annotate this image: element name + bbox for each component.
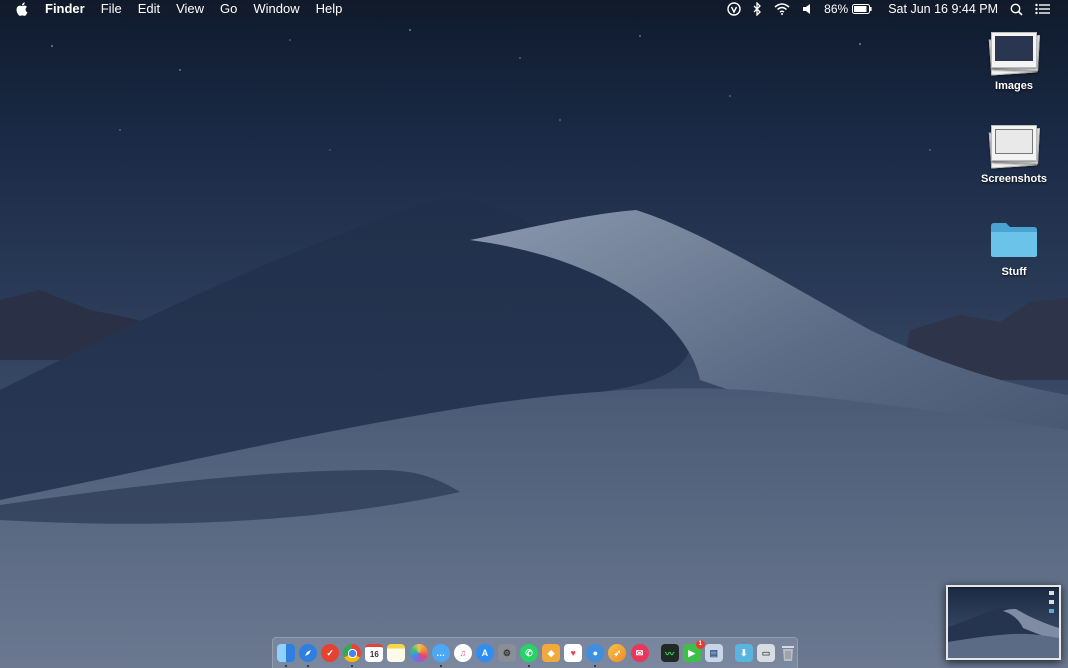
menu-help[interactable]: Help bbox=[316, 0, 343, 18]
downloads-folder-icon[interactable]: ⬇ bbox=[734, 644, 753, 662]
desktop-item-images[interactable]: Images bbox=[976, 28, 1052, 92]
screenshot-thumbnail[interactable] bbox=[946, 585, 1061, 660]
messages-icon[interactable]: … bbox=[431, 644, 450, 667]
desktop-item-label: Images bbox=[995, 80, 1033, 92]
itunes-icon[interactable]: ♫ bbox=[453, 644, 472, 662]
calendar-icon[interactable]: 16 bbox=[365, 644, 384, 662]
photos-icon[interactable] bbox=[409, 644, 428, 662]
mojave-dunes-wallpaper bbox=[0, 29, 1068, 668]
apple-logo-icon[interactable] bbox=[15, 2, 29, 16]
menu-window[interactable]: Window bbox=[253, 0, 299, 18]
wifi-icon[interactable] bbox=[774, 3, 790, 15]
folder-icon bbox=[988, 214, 1040, 262]
activity-monitor-icon[interactable]: 〰 bbox=[660, 644, 679, 662]
menu-app-name[interactable]: Finder bbox=[45, 0, 85, 18]
desktop[interactable] bbox=[0, 0, 1068, 668]
finder-icon[interactable] bbox=[277, 644, 295, 667]
facetime-badge: 1 bbox=[695, 640, 705, 649]
pocket-icon[interactable]: ♥ bbox=[564, 644, 583, 662]
todoist-icon[interactable]: ✓ bbox=[321, 644, 340, 662]
battery-status[interactable]: 86% bbox=[824, 0, 872, 18]
documents-stack-icon[interactable]: ▭ bbox=[756, 644, 775, 662]
chrome-icon[interactable] bbox=[343, 644, 362, 667]
spotlight-search-icon[interactable] bbox=[1010, 3, 1023, 16]
tweetbot-icon[interactable]: ● bbox=[586, 644, 605, 667]
menu-file[interactable]: File bbox=[101, 0, 122, 18]
sketch-icon[interactable]: ◆ bbox=[542, 644, 561, 662]
trash-icon[interactable] bbox=[779, 644, 797, 662]
battery-icon bbox=[852, 4, 872, 14]
notes-icon[interactable] bbox=[387, 644, 406, 662]
rocket-icon[interactable]: ➶ bbox=[608, 644, 627, 662]
airmail-icon[interactable]: ✉ bbox=[630, 644, 649, 662]
image-stack-icon bbox=[988, 28, 1040, 76]
menu-go[interactable]: Go bbox=[220, 0, 237, 18]
preview-icon[interactable]: ▤ bbox=[704, 644, 723, 662]
menu-edit[interactable]: Edit bbox=[138, 0, 160, 18]
menu-view[interactable]: View bbox=[176, 0, 204, 18]
desktop-item-screenshots[interactable]: Screenshots bbox=[976, 121, 1052, 185]
calendar-date: 16 bbox=[369, 650, 379, 659]
menu-bar: Finder File Edit View Go Window Help 86%… bbox=[0, 0, 1068, 18]
clock[interactable]: Sat Jun 16 9:44 PM bbox=[888, 0, 998, 18]
bluetooth-icon[interactable] bbox=[753, 2, 762, 16]
battery-percent: 86% bbox=[824, 2, 849, 16]
image-stack-icon bbox=[988, 121, 1040, 169]
desktop-item-label: Stuff bbox=[1001, 266, 1027, 278]
desktop-item-stuff[interactable]: Stuff bbox=[976, 214, 1052, 278]
app-store-icon[interactable]: A bbox=[475, 644, 494, 662]
facetime-icon[interactable]: ▶ 1 bbox=[682, 640, 705, 662]
notification-center-icon[interactable] bbox=[1035, 3, 1050, 15]
vpn-status-icon[interactable] bbox=[727, 2, 741, 16]
whatsapp-icon[interactable]: ✆ bbox=[520, 644, 539, 667]
safari-icon[interactable] bbox=[299, 644, 318, 667]
desktop-item-label: Screenshots bbox=[980, 173, 1048, 185]
dock: ✓ 16 … ♫ A ⚙ ✆ ◆ ♥ ● ➶ ✉ 〰 ▶ 1 ▤ ⬇ ▭ bbox=[272, 637, 798, 668]
status-menus: 86% Sat Jun 16 9:44 PM bbox=[727, 0, 1068, 18]
gear-icon[interactable]: ⚙ bbox=[497, 644, 516, 662]
screenshot-preview-image bbox=[948, 587, 1059, 658]
volume-icon[interactable] bbox=[802, 3, 812, 15]
